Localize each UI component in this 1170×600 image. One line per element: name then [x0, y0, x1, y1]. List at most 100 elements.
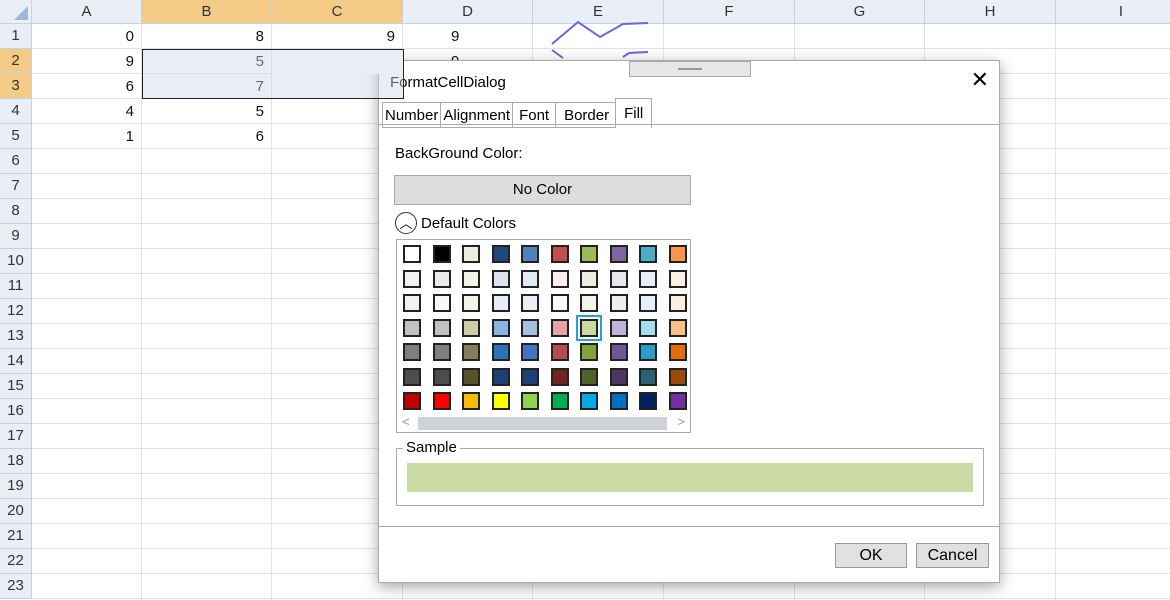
- chevron-up-icon[interactable]: ︿: [395, 212, 417, 234]
- row-header-5[interactable]: 5: [0, 124, 32, 149]
- row-header-22[interactable]: 22: [0, 549, 32, 574]
- row-header-15[interactable]: 15: [0, 374, 32, 399]
- scrollbar-thumb[interactable]: [418, 417, 667, 430]
- color-swatch[interactable]: [521, 269, 539, 288]
- color-swatch[interactable]: [491, 343, 510, 361]
- row-header-18[interactable]: 18: [0, 449, 32, 474]
- color-swatch[interactable]: [609, 392, 628, 410]
- row-header-7[interactable]: 7: [0, 174, 32, 199]
- column-header-c[interactable]: C: [272, 0, 403, 24]
- color-swatch[interactable]: [491, 318, 510, 337]
- color-swatch[interactable]: [668, 367, 687, 386]
- row-header-4[interactable]: 4: [0, 99, 32, 124]
- row-header-2[interactable]: 2: [0, 49, 32, 74]
- color-swatch[interactable]: [462, 294, 480, 312]
- color-swatch[interactable]: [403, 367, 421, 386]
- no-color-button[interactable]: No Color: [394, 175, 691, 205]
- row-header-11[interactable]: 11: [0, 274, 32, 299]
- column-header-a[interactable]: A: [32, 0, 142, 24]
- row-header-13[interactable]: 13: [0, 324, 32, 349]
- close-icon[interactable]: ✕: [971, 69, 989, 91]
- color-swatch[interactable]: [491, 367, 510, 386]
- column-header-h[interactable]: H: [925, 0, 1056, 24]
- color-swatch[interactable]: [432, 367, 451, 386]
- cancel-button[interactable]: Cancel: [916, 543, 989, 568]
- row-header-20[interactable]: 20: [0, 499, 32, 524]
- column-header-g[interactable]: G: [795, 0, 925, 24]
- color-swatch[interactable]: [668, 318, 687, 337]
- row-header-14[interactable]: 14: [0, 349, 32, 374]
- color-swatch[interactable]: [521, 318, 539, 337]
- default-colors-toggle[interactable]: ︿ Default Colors: [395, 212, 516, 234]
- color-swatch[interactable]: [432, 392, 451, 410]
- color-swatch[interactable]: [550, 392, 569, 410]
- color-swatch[interactable]: [521, 245, 539, 263]
- row-header-1[interactable]: 1: [0, 24, 32, 49]
- color-swatch[interactable]: [521, 343, 539, 361]
- color-swatch[interactable]: [462, 367, 480, 386]
- cell-b5[interactable]: 6: [142, 124, 272, 149]
- row-header-9[interactable]: 9: [0, 224, 32, 249]
- color-swatch[interactable]: [639, 343, 657, 361]
- color-swatch[interactable]: [580, 245, 598, 263]
- color-swatch[interactable]: [491, 245, 510, 263]
- color-swatch[interactable]: [580, 367, 598, 386]
- color-swatch[interactable]: [668, 269, 687, 288]
- column-header-f[interactable]: F: [664, 0, 795, 24]
- row-header-6[interactable]: 6: [0, 149, 32, 174]
- color-swatch[interactable]: [609, 294, 628, 312]
- cell-c1[interactable]: 9: [272, 24, 403, 49]
- color-swatch[interactable]: [639, 318, 657, 337]
- color-swatch[interactable]: [432, 294, 451, 312]
- color-swatch[interactable]: [462, 343, 480, 361]
- color-swatch[interactable]: [432, 318, 451, 337]
- cell-a3[interactable]: 6: [32, 74, 142, 99]
- color-swatch[interactable]: [491, 294, 510, 312]
- color-swatch[interactable]: [609, 318, 628, 337]
- row-header-21[interactable]: 21: [0, 524, 32, 549]
- ok-button[interactable]: OK: [835, 543, 907, 568]
- color-swatch[interactable]: [639, 269, 657, 288]
- column-header-d[interactable]: D: [403, 0, 533, 24]
- dialog-drag-handle[interactable]: [629, 61, 751, 77]
- row-header-16[interactable]: 16: [0, 399, 32, 424]
- color-swatch[interactable]: [580, 343, 598, 361]
- color-swatch[interactable]: [609, 269, 628, 288]
- color-swatch[interactable]: [550, 318, 569, 337]
- color-swatch[interactable]: [462, 245, 480, 263]
- column-header-b[interactable]: B: [142, 0, 272, 24]
- color-swatch[interactable]: [580, 294, 598, 312]
- color-swatch[interactable]: [403, 294, 421, 312]
- color-swatch[interactable]: [550, 367, 569, 386]
- color-swatch[interactable]: [491, 392, 510, 410]
- color-swatch[interactable]: [403, 245, 421, 263]
- color-swatch[interactable]: [639, 245, 657, 263]
- color-swatch[interactable]: [462, 269, 480, 288]
- color-swatch[interactable]: [550, 294, 569, 312]
- color-swatch[interactable]: [580, 269, 598, 288]
- scroll-left-icon[interactable]: <: [402, 414, 410, 429]
- color-swatch[interactable]: [609, 245, 628, 263]
- cell-b4[interactable]: 5: [142, 99, 272, 124]
- color-swatch[interactable]: [462, 392, 480, 410]
- cell-b1[interactable]: 8: [142, 24, 272, 49]
- color-swatch[interactable]: [668, 245, 687, 263]
- cell-d1[interactable]: 9: [403, 24, 533, 49]
- row-header-19[interactable]: 19: [0, 474, 32, 499]
- color-swatch[interactable]: [609, 343, 628, 361]
- cell-a1[interactable]: 0: [32, 24, 142, 49]
- row-header-10[interactable]: 10: [0, 249, 32, 274]
- color-swatch[interactable]: [403, 318, 421, 337]
- color-swatch[interactable]: [580, 392, 598, 410]
- row-header-23[interactable]: 23: [0, 574, 32, 599]
- color-swatch[interactable]: [432, 245, 451, 263]
- color-swatch[interactable]: [403, 392, 421, 410]
- row-header-8[interactable]: 8: [0, 199, 32, 224]
- cell-a4[interactable]: 4: [32, 99, 142, 124]
- color-swatch[interactable]: [403, 343, 421, 361]
- color-swatch[interactable]: [550, 343, 569, 361]
- color-swatch[interactable]: [550, 269, 569, 288]
- color-swatch[interactable]: [550, 245, 569, 263]
- palette-scrollbar[interactable]: < >: [398, 414, 689, 431]
- row-header-12[interactable]: 12: [0, 299, 32, 324]
